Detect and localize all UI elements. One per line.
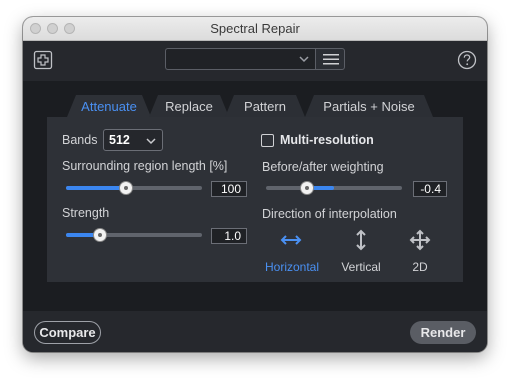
title-bar: Spectral Repair [23,17,487,41]
vertical-direction-button[interactable] [351,228,371,252]
spectral-repair-window: Spectral Repair Attenuate Replace Patter… [23,17,487,352]
attenuate-settings: Bands 512 Surrounding region length [%] … [47,117,463,282]
surrounding-region-value[interactable]: 100 [211,181,247,197]
slider-thumb[interactable] [94,229,106,241]
surrounding-region-slider[interactable] [66,181,202,195]
strength-slider[interactable] [66,228,202,242]
before-after-weighting-value[interactable]: -0.4 [413,181,447,197]
bands-value: 512 [109,133,130,147]
compare-button[interactable]: Compare [34,321,101,344]
tab-partials-noise-label: Partials + Noise [323,98,415,114]
horizontal-direction-label[interactable]: Horizontal [262,260,322,274]
vertical-direction-label[interactable]: Vertical [334,260,388,274]
tab-attenuate[interactable]: Attenuate [67,95,151,117]
help-button[interactable] [456,49,478,71]
footer-bar: Compare Render [23,311,487,352]
multi-resolution-checkbox[interactable] [261,134,274,147]
before-after-weighting-label: Before/after weighting [262,160,384,174]
before-after-weighting-slider[interactable] [266,181,402,195]
slider-thumb[interactable] [300,182,313,194]
preset-menu-button[interactable] [315,48,345,70]
bands-select[interactable]: 512 [103,129,163,151]
surrounding-region-label: Surrounding region length [%] [62,159,228,173]
horizontal-direction-button[interactable] [279,230,303,250]
bands-label: Bands [62,133,98,147]
four-way-arrows-icon [409,229,431,251]
strength-value[interactable]: 1.0 [211,228,247,244]
2d-direction-button[interactable] [408,228,432,252]
plus-square-icon [33,50,53,70]
toolbar [23,41,487,81]
direction-of-interpolation-label: Direction of interpolation [262,207,397,221]
tab-replace[interactable]: Replace [149,95,229,117]
vertical-arrows-icon [356,229,366,251]
tab-pattern[interactable]: Pattern [225,95,305,117]
add-module-button[interactable] [32,49,54,71]
tab-pattern-label: Pattern [244,98,286,114]
tab-attenuate-label: Attenuate [81,98,137,114]
module-panel: Attenuate Replace Pattern Partials + Noi… [23,81,487,311]
tab-replace-label: Replace [165,98,213,114]
preset-dropdown[interactable] [165,48,315,70]
window-title: Spectral Repair [210,21,300,36]
strength-label: Strength [62,206,110,220]
chevron-down-icon [146,138,156,145]
render-button[interactable]: Render [410,321,476,344]
tab-partials-noise[interactable]: Partials + Noise [305,95,433,117]
slider-fill [66,186,126,190]
hamburger-icon [323,54,339,65]
horizontal-arrows-icon [280,235,302,245]
question-circle-icon [457,50,477,70]
chevron-down-icon [299,56,309,63]
multi-resolution-label: Multi-resolution [280,133,374,147]
slider-thumb[interactable] [119,182,132,194]
2d-direction-label[interactable]: 2D [405,260,435,274]
